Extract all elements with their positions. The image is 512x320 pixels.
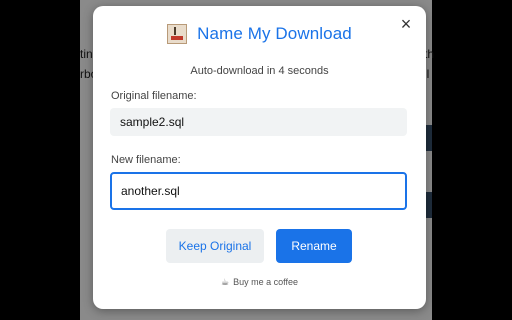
rename-button[interactable]: Rename — [276, 229, 352, 263]
new-filename-input[interactable] — [110, 172, 407, 210]
keep-original-button[interactable]: Keep Original — [166, 229, 264, 263]
app-logo-icon — [167, 24, 188, 44]
background-bar-2 — [426, 192, 432, 218]
original-filename-value: sample2.sql — [110, 108, 407, 136]
original-filename-label: Original filename: — [111, 90, 197, 102]
rename-dialog: × Name My Download Auto-download in 4 se… — [93, 6, 426, 309]
buy-coffee-text: Buy me a coffee — [233, 277, 298, 287]
countdown-text: Auto-download in 4 seconds — [190, 65, 329, 77]
background-bar-1 — [426, 125, 432, 151]
download-arrow-icon — [174, 27, 182, 35]
dialog-title: Name My Download — [197, 24, 352, 43]
logo-bar — [171, 36, 184, 40]
dialog-header: Name My Download — [93, 24, 426, 44]
buy-coffee-link[interactable]: ☕ Buy me a coffee — [93, 277, 426, 287]
coffee-cup-icon: ☕ — [221, 277, 230, 287]
screen: tind rbo th il × Name My Download Auto-d… — [0, 0, 512, 320]
new-filename-label: New filename: — [111, 154, 181, 166]
